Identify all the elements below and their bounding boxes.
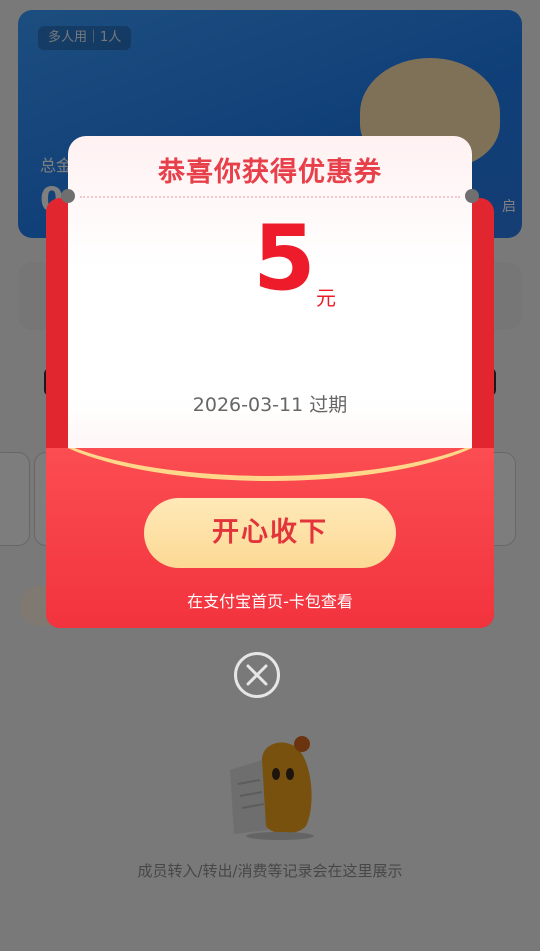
coupon-modal: 恭喜你获得优惠券 5 元 2026-03-11 过期 开心收下 在支付宝首页-卡… <box>46 136 494 628</box>
coupon-card: 恭喜你获得优惠券 5 元 2026-03-11 过期 <box>68 136 472 466</box>
accept-coupon-button[interactable]: 开心收下 <box>144 498 396 568</box>
card-notch-left <box>61 189 75 203</box>
coupon-title: 恭喜你获得优惠券 <box>158 157 382 188</box>
coupon-unit: 元 <box>316 286 336 310</box>
card-notch-right <box>465 189 479 203</box>
view-in-cardbag-hint: 在支付宝首页-卡包查看 <box>187 592 353 611</box>
coupon-divider <box>80 196 460 198</box>
envelope-arc <box>46 448 494 481</box>
envelope-front: 开心收下 在支付宝首页-卡包查看 <box>46 448 494 628</box>
coupon-amount: 5 <box>253 206 316 311</box>
close-button[interactable] <box>234 652 280 698</box>
close-icon <box>246 664 268 686</box>
coupon-expiry: 2026-03-11 过期 <box>192 394 348 416</box>
